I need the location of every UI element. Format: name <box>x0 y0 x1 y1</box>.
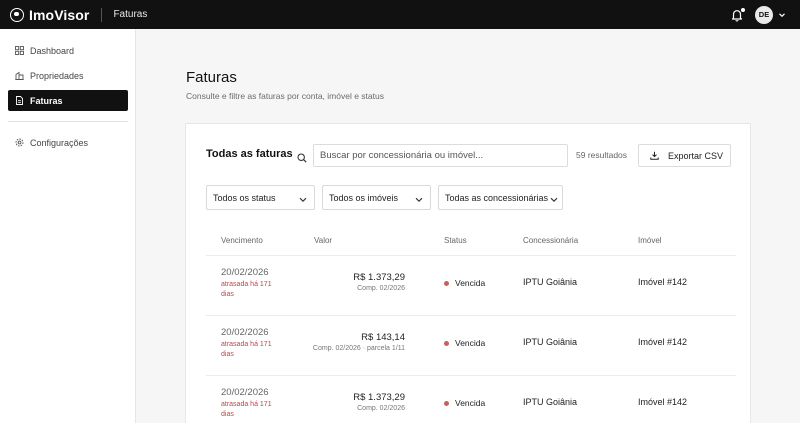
notification-dot <box>741 7 745 12</box>
chevron-down-icon <box>550 195 558 205</box>
sidebar-item-settings[interactable]: Configurações <box>8 132 128 153</box>
property-name: Imóvel #142 <box>638 397 688 407</box>
sidebar-item-label: Dashboard <box>30 45 75 56</box>
status-dot <box>444 400 449 406</box>
document-icon <box>15 96 24 105</box>
main-content: Faturas Consulte e filtre as faturas por… <box>136 29 800 423</box>
property-name: Imóvel #142 <box>638 277 688 287</box>
status-badge: Vencida <box>444 278 485 288</box>
competence-note: Comp. 02/2026 <box>357 405 405 412</box>
utility-filter-select[interactable]: Todas as concessionárias <box>438 185 563 210</box>
gear-icon <box>15 138 24 147</box>
column-header-property[interactable]: Imóvel <box>638 236 662 245</box>
due-date: 20/02/2026 <box>221 267 269 278</box>
sidebar: Dashboard Propriedades Faturas Configura… <box>0 29 136 423</box>
property-name: Imóvel #142 <box>638 337 688 347</box>
column-header-amount[interactable]: Valor <box>314 236 332 245</box>
due-date: 20/02/2026 <box>221 327 269 338</box>
chevron-down-icon <box>299 195 307 205</box>
user-avatar[interactable]: DE <box>755 5 773 24</box>
search-icon <box>297 150 307 168</box>
invoice-amount: R$ 1.373,29 <box>353 392 405 403</box>
status-text: Vencida <box>455 278 486 288</box>
status-dot <box>444 340 449 346</box>
status-badge: Vencida <box>444 398 485 408</box>
app-logo[interactable]: ImoVisor <box>10 7 89 23</box>
competence-note: Comp. 02/2026 · parcela 1/11 <box>312 345 405 352</box>
table-row[interactable]: 20/02/2026 atrasada há 171 dias R$ 1.373… <box>206 256 736 316</box>
logo-icon <box>10 7 24 22</box>
status-badge: Vencida <box>444 338 485 348</box>
table-row[interactable]: 20/02/2026 atrasada há 171 dias R$ 143,1… <box>206 316 736 376</box>
status-text: Vencida <box>455 338 486 348</box>
export-label: Exportar CSV <box>668 150 724 161</box>
status-filter-value: Todos os status <box>213 192 276 203</box>
sidebar-item-label: Configurações <box>30 137 89 148</box>
card-title: Todas as faturas <box>206 148 293 160</box>
chevron-down-icon[interactable] <box>778 6 786 24</box>
invoice-amount: R$ 143,14 <box>361 332 405 343</box>
column-header-due[interactable]: Vencimento <box>221 236 263 245</box>
grid-icon <box>15 46 24 55</box>
current-section: Faturas <box>113 9 148 20</box>
sidebar-item-dashboard[interactable]: Dashboard <box>8 40 128 61</box>
table-header: Vencimento Valor Status Concessionária I… <box>206 228 736 256</box>
competence-note: Comp. 02/2026 <box>357 285 405 292</box>
invoices-card: Todas as faturas 59 resultados Exportar … <box>185 123 751 423</box>
sidebar-item-label: Faturas <box>30 95 63 106</box>
utility-name: IPTU Goiânia <box>523 397 578 407</box>
utility-name: IPTU Goiânia <box>523 277 578 287</box>
export-csv-button[interactable]: Exportar CSV <box>638 144 731 167</box>
page-title: Faturas <box>186 69 237 86</box>
page-subtitle: Consulte e filtre as faturas por conta, … <box>186 91 384 101</box>
notifications-bell-icon[interactable] <box>730 7 745 22</box>
building-icon <box>15 71 24 80</box>
top-divider <box>101 7 103 22</box>
due-date: 20/02/2026 <box>221 387 269 398</box>
sidebar-item-properties[interactable]: Propriedades <box>8 65 128 86</box>
search-input[interactable] <box>313 144 568 167</box>
column-header-status[interactable]: Status <box>444 236 467 245</box>
invoice-amount: R$ 1.373,29 <box>353 272 405 283</box>
app-name: ImoVisor <box>29 6 90 23</box>
utility-name: IPTU Goiânia <box>523 337 578 347</box>
sidebar-item-label: Propriedades <box>30 70 84 81</box>
property-filter-select[interactable]: Todos os imóveis <box>322 185 431 210</box>
table-row[interactable]: 20/02/2026 atrasada há 171 dias R$ 1.373… <box>206 376 736 423</box>
results-count: 59 resultados <box>576 150 628 160</box>
top-bar: ImoVisor Faturas DE <box>0 0 800 29</box>
column-header-utility[interactable]: Concessionária <box>523 236 578 245</box>
sidebar-item-invoices[interactable]: Faturas <box>8 90 128 111</box>
download-icon <box>650 151 659 160</box>
sidebar-divider <box>8 121 128 122</box>
property-filter-value: Todos os imóveis <box>329 192 399 203</box>
status-text: Vencida <box>455 398 486 408</box>
status-dot <box>444 280 449 286</box>
utility-filter-value: Todas as concessionárias <box>445 192 549 203</box>
status-filter-select[interactable]: Todos os status <box>206 185 315 210</box>
chevron-down-icon <box>415 195 423 205</box>
